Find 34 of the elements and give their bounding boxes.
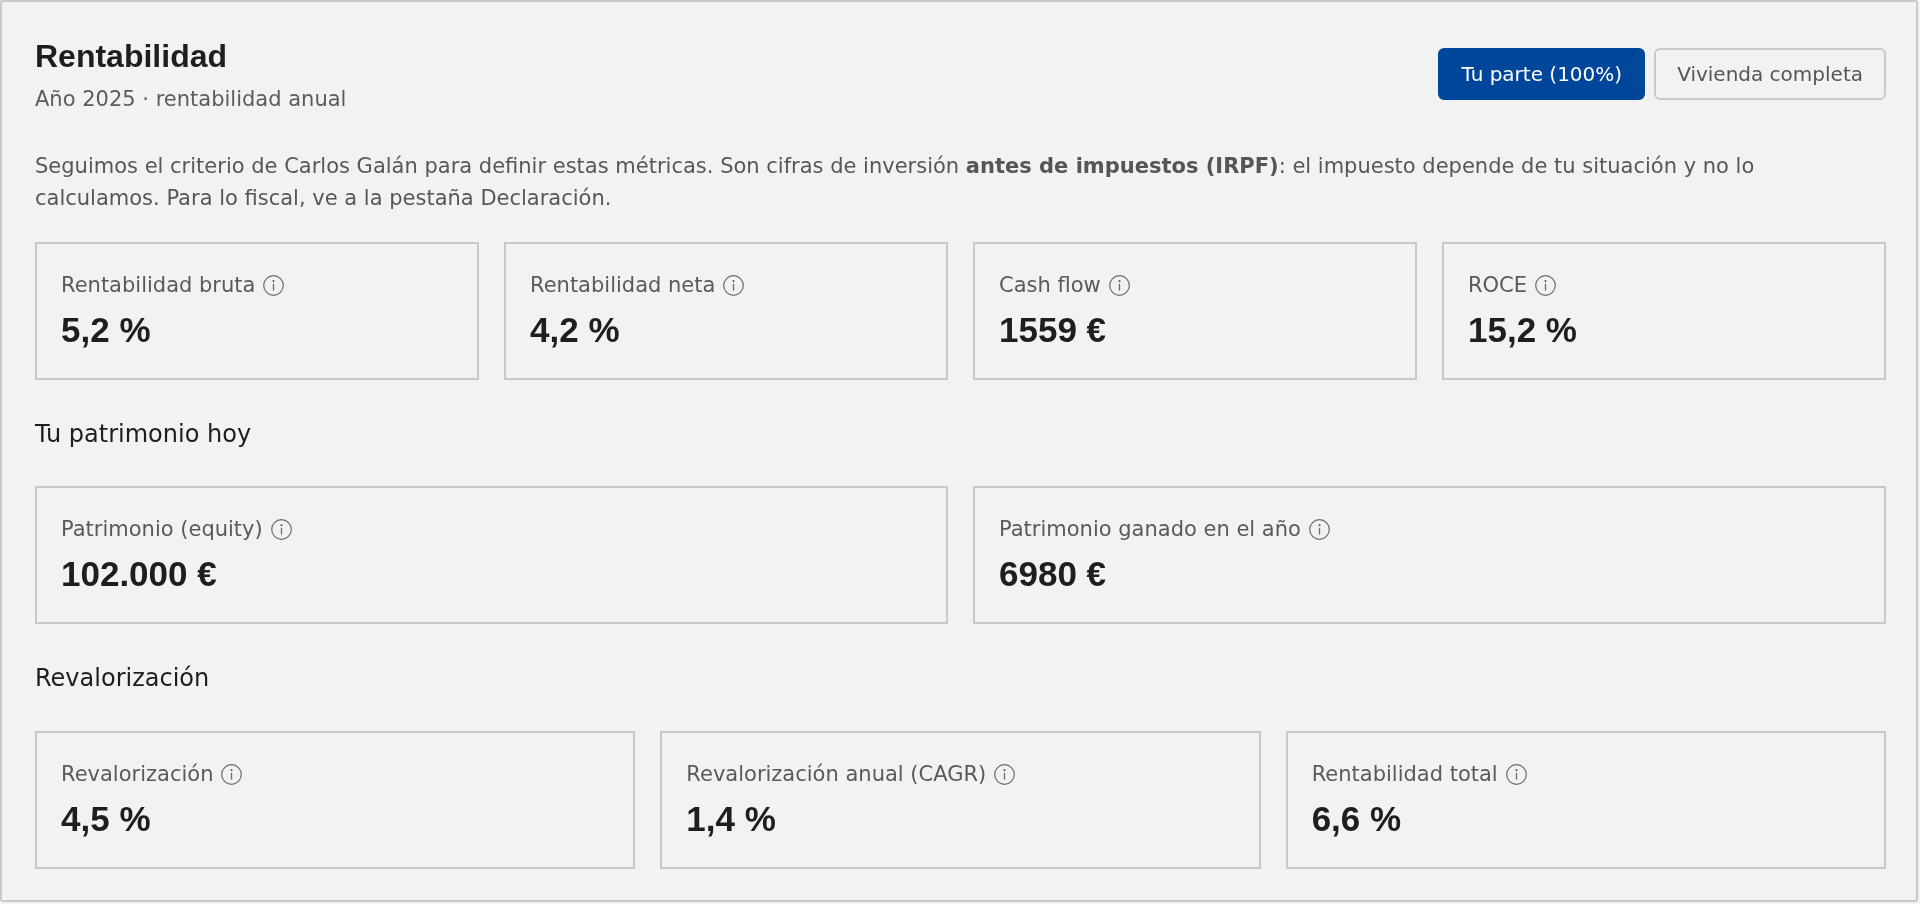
metric-value: 6980 €	[999, 553, 1107, 596]
metric-value: 4,5 %	[61, 797, 151, 840]
metric-label: Patrimonio ganado en el año	[999, 516, 1301, 544]
info-icon[interactable]	[221, 763, 243, 785]
metric-value: 6,6 %	[1311, 797, 1402, 840]
metric-label: Cash flow	[999, 271, 1101, 299]
info-icon[interactable]	[994, 763, 1016, 785]
panel-title: Rentabilidad	[35, 37, 227, 76]
metric-label: Rentabilidad total	[1311, 760, 1498, 788]
section-heading: Revalorización	[35, 663, 210, 695]
metric-value: 1,4 %	[686, 797, 776, 840]
metric-value: 15,2 %	[1468, 309, 1577, 351]
info-icon[interactable]	[1308, 519, 1330, 541]
metric-value: 4,2 %	[530, 309, 620, 351]
info-icon[interactable]	[1535, 274, 1557, 296]
view-toggle-button[interactable]: Tu parte (100%)	[1438, 48, 1646, 100]
info-icon[interactable]	[1108, 274, 1130, 296]
metric-label: Rentabilidad neta	[530, 271, 716, 299]
panel-subtitle: Año 2025 · rentabilidad anual	[35, 86, 347, 114]
info-icon[interactable]	[1505, 763, 1527, 785]
metric-label: Revalorización	[61, 760, 214, 788]
metric-label: Rentabilidad bruta	[61, 271, 256, 299]
metric-value: 102.000 €	[61, 553, 217, 596]
metric-value: 5,2 %	[61, 309, 151, 351]
metric-value: 1559 €	[999, 309, 1107, 351]
metric-label: Patrimonio (equity)	[61, 516, 263, 544]
info-icon[interactable]	[263, 274, 285, 296]
info-icon[interactable]	[723, 274, 745, 296]
info-note: Seguimos el criterio de Carlos Galán para definir estas métricas. Son cifras de inversión antes de impuestos (IRPF): el impuesto depende de tu situación y no lo calculamos. Para lo fiscal, ve a la pestaña Declaración.	[35, 152, 1756, 212]
metric-label: ROCE	[1468, 271, 1528, 299]
info-icon[interactable]	[270, 519, 292, 541]
metric-label: Revalorización anual (CAGR)	[686, 760, 987, 788]
section-heading: Tu patrimonio hoy	[35, 419, 252, 450]
view-toggle-button[interactable]: Vivienda completa	[1654, 48, 1886, 100]
